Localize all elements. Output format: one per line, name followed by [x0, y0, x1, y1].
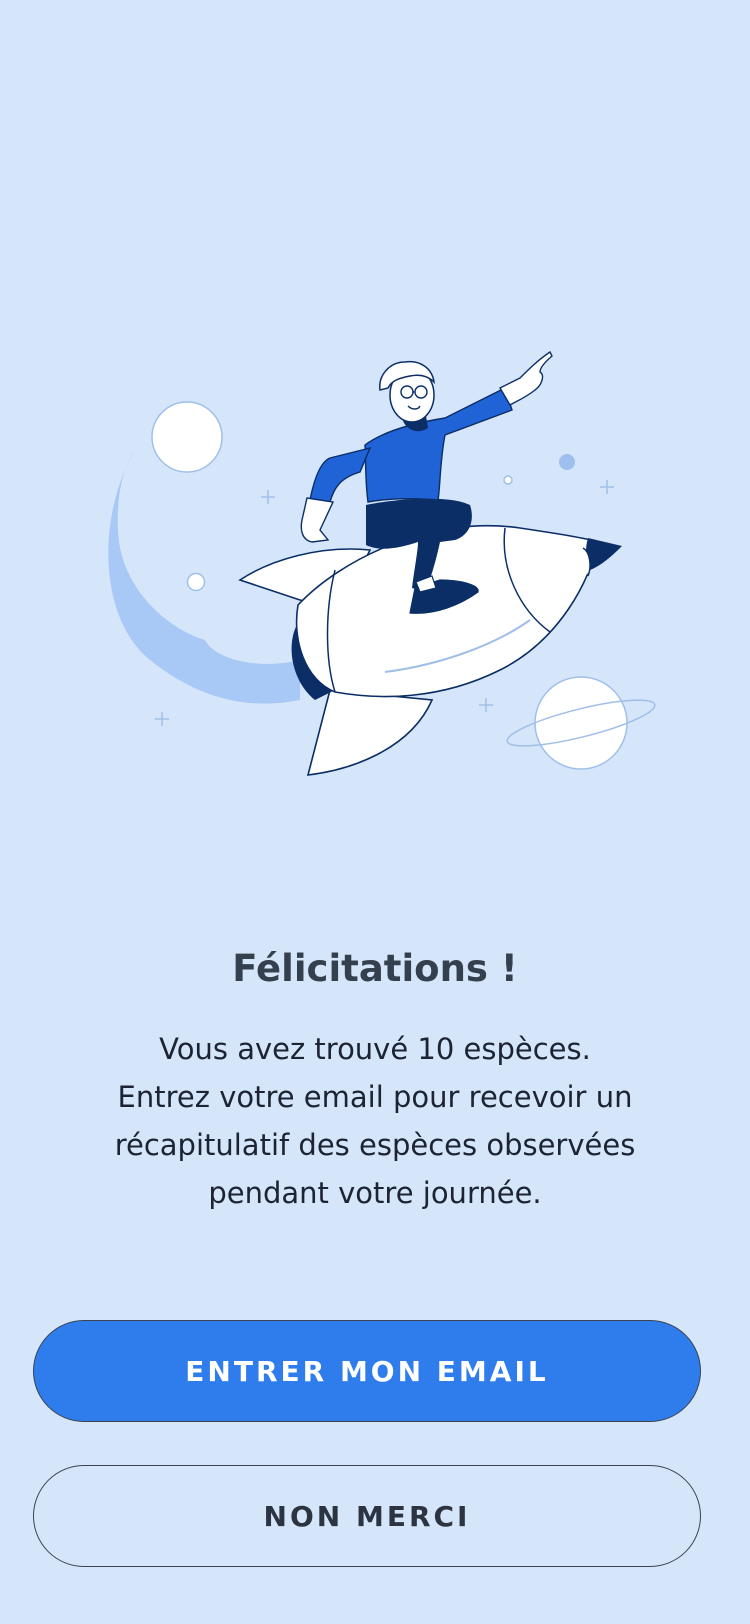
ringed-planet: [506, 676, 656, 770]
enter-email-button[interactable]: ENTRER MON EMAIL: [33, 1320, 701, 1422]
person-back-hand: [300, 497, 335, 543]
rocket-bottom-fin: [306, 689, 434, 776]
moon-circle: [151, 401, 223, 473]
pointing-hand-icon: [499, 350, 553, 406]
small-dot-filled: [559, 454, 575, 470]
message-line: récapitulatif des espèces observées: [114, 1128, 636, 1162]
message-line: Vous avez trouvé 10 espèces.: [159, 1032, 591, 1066]
message-line: Entrez votre email pour recevoir un: [117, 1080, 633, 1114]
person-sweater: [364, 387, 513, 503]
congratulations-title: Félicitations !: [232, 947, 518, 990]
person-back-arm: [309, 446, 372, 503]
message-line: pendant votre journée.: [208, 1176, 542, 1210]
small-dot-outline: [503, 475, 513, 485]
summary-message: Vous avez trouvé 10 espèces. Entrez votr…: [60, 1025, 690, 1217]
tiny-moon: [186, 572, 206, 592]
no-thanks-button[interactable]: NON MERCI: [33, 1465, 701, 1567]
rocket-nose: [585, 538, 622, 570]
rocket-rider-illustration: [108, 350, 656, 776]
